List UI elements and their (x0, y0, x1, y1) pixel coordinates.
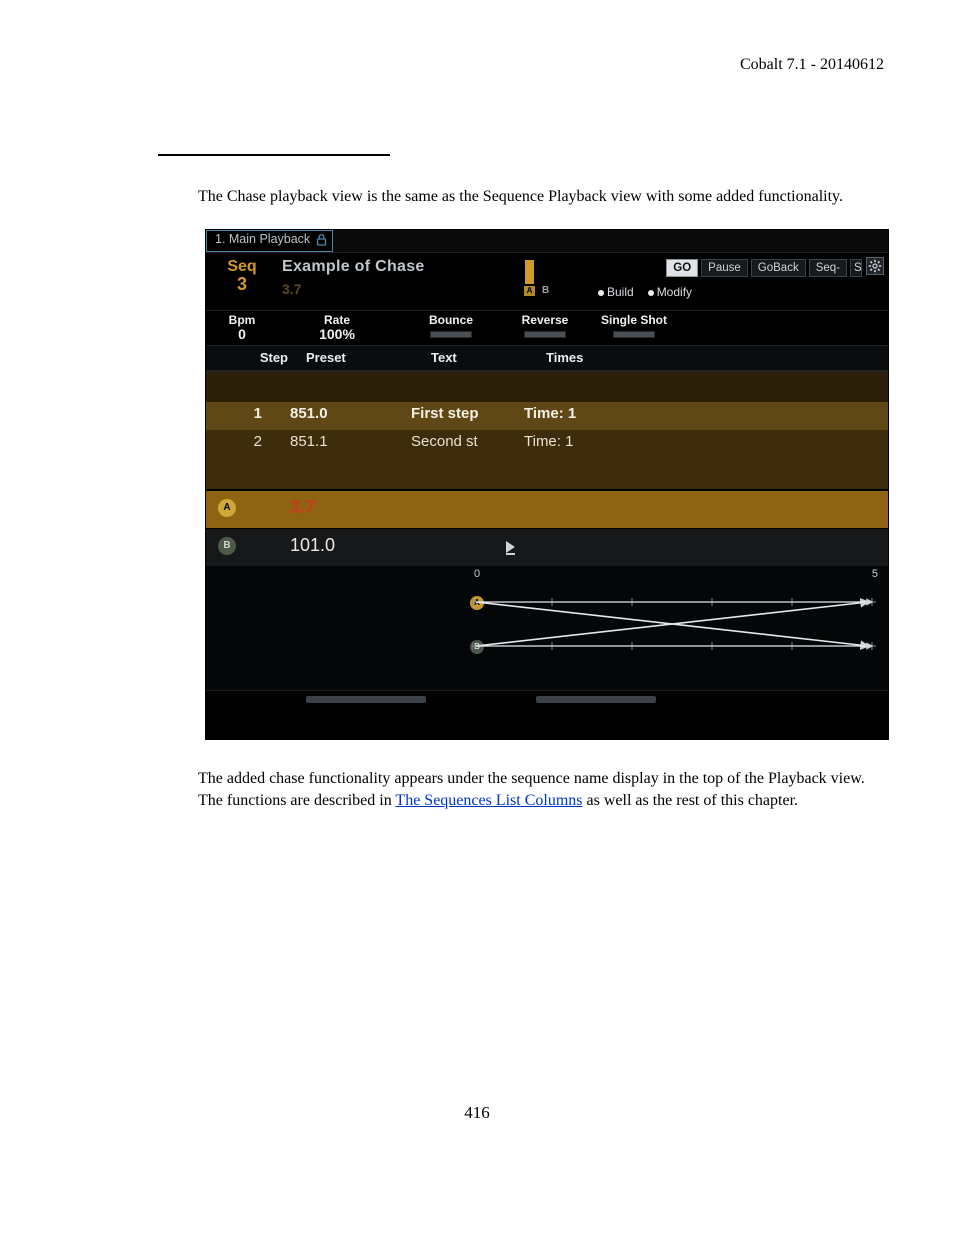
play-icon (506, 541, 515, 553)
modify-label: Modify (657, 285, 692, 299)
a-level-bar (525, 260, 534, 284)
step-preset: 851.0 (290, 405, 328, 422)
params-row: Bpm 0 Rate 100% Bounce Reverse Single Sh… (206, 310, 888, 346)
col-step: Step (238, 350, 288, 365)
body-paragraph: The added chase functionality appears un… (198, 768, 890, 813)
rate-label: Rate (302, 313, 372, 327)
bpm-label: Bpm (218, 313, 266, 327)
single-shot-label: Single Shot (594, 313, 674, 327)
seq-label-block: Seq 3 (216, 258, 268, 295)
window-tab-label: 1. Main Playback (215, 232, 310, 246)
b-pill: B (218, 537, 236, 555)
bpm-param[interactable]: Bpm 0 (218, 313, 266, 342)
rate-param[interactable]: Rate 100% (302, 313, 372, 342)
b-value: 101.0 (290, 535, 335, 556)
doc-header-right: Cobalt 7.1 - 20140612 (740, 56, 884, 74)
crossfade-graph (472, 584, 876, 668)
go-button[interactable]: GO (666, 259, 698, 277)
steps-column-header: Step Preset Text Times (206, 346, 888, 372)
goback-button[interactable]: GoBack (751, 259, 806, 277)
step-row[interactable]: 1 851.0 First step Time: 1 (206, 402, 888, 430)
a-chip-label: A (524, 286, 535, 296)
settings-button[interactable] (866, 257, 884, 275)
b-field-row[interactable]: B 101.0 (206, 528, 888, 566)
bpm-value: 0 (218, 326, 266, 342)
action-button-row: GO Pause GoBack Seq- S (666, 259, 862, 277)
step-preset: 851.1 (290, 433, 328, 450)
gear-icon (868, 259, 882, 273)
b-chip-label: B (542, 285, 549, 296)
steps-area: 1 851.0 First step Time: 1 2 851.1 Secon… (206, 372, 888, 490)
mode-radio-row: Build Modify (598, 285, 692, 299)
title-bar: 1. Main Playback (206, 230, 888, 252)
col-preset: Preset (306, 350, 346, 365)
rate-value: 100% (302, 326, 372, 342)
reverse-label: Reverse (510, 313, 580, 327)
playback-screenshot: 1. Main Playback Seq 3 Example of Chase … (205, 229, 889, 740)
bottom-scrollbar[interactable] (206, 690, 888, 708)
seq-name: Example of Chase (282, 258, 425, 276)
single-shot-slider (613, 331, 655, 338)
clipped-button[interactable]: S (850, 259, 862, 277)
a-pill: A (218, 499, 236, 517)
build-radio[interactable]: Build (598, 285, 634, 299)
step-number: 2 (238, 433, 262, 450)
bounce-toggle[interactable]: Bounce (416, 313, 486, 338)
build-label: Build (607, 285, 634, 299)
bounce-slider (430, 331, 472, 338)
sequence-header-row: Seq 3 Example of Chase 3.7 A B (206, 252, 888, 310)
window-tab[interactable]: 1. Main Playback (206, 230, 333, 252)
step-number: 1 (238, 405, 262, 422)
col-text: Text (431, 350, 457, 365)
scroll-thumb[interactable] (536, 696, 656, 703)
sequences-list-columns-link[interactable]: The Sequences List Columns (395, 792, 582, 809)
a-value: 3.7 (290, 497, 315, 518)
single-shot-toggle[interactable]: Single Shot (594, 313, 674, 338)
step-times: Time: 1 (524, 405, 576, 422)
crossfade-area: 0 5 A B (206, 566, 888, 690)
scale-left: 0 (474, 568, 480, 580)
seq-button[interactable]: Seq- (809, 259, 847, 277)
step-text: Second st (411, 433, 478, 450)
ab-field-section: A 3.7 B 101.0 (206, 490, 888, 566)
intro-paragraph: The Chase playback view is the same as t… (198, 186, 890, 208)
col-times: Times (546, 350, 583, 365)
step-text: First step (411, 405, 479, 422)
reverse-slider (524, 331, 566, 338)
scale-right: 5 (872, 568, 878, 580)
scroll-thumb[interactable] (306, 696, 426, 703)
step-times: Time: 1 (524, 433, 573, 450)
pause-button[interactable]: Pause (701, 259, 748, 277)
bounce-label: Bounce (416, 313, 486, 327)
modify-radio[interactable]: Modify (648, 285, 692, 299)
reverse-toggle[interactable]: Reverse (510, 313, 580, 338)
page-number: 416 (0, 1103, 954, 1123)
seq-number: 3 (216, 274, 268, 295)
seq-sub: 3.7 (282, 281, 301, 297)
lock-icon (316, 233, 327, 246)
section-divider (158, 154, 390, 156)
a-field-row[interactable]: A 3.7 (206, 490, 888, 528)
body-after: as well as the rest of this chapter. (583, 792, 799, 809)
step-row[interactable]: 2 851.1 Second st Time: 1 (206, 430, 888, 458)
ab-indicator: A B (524, 258, 564, 296)
